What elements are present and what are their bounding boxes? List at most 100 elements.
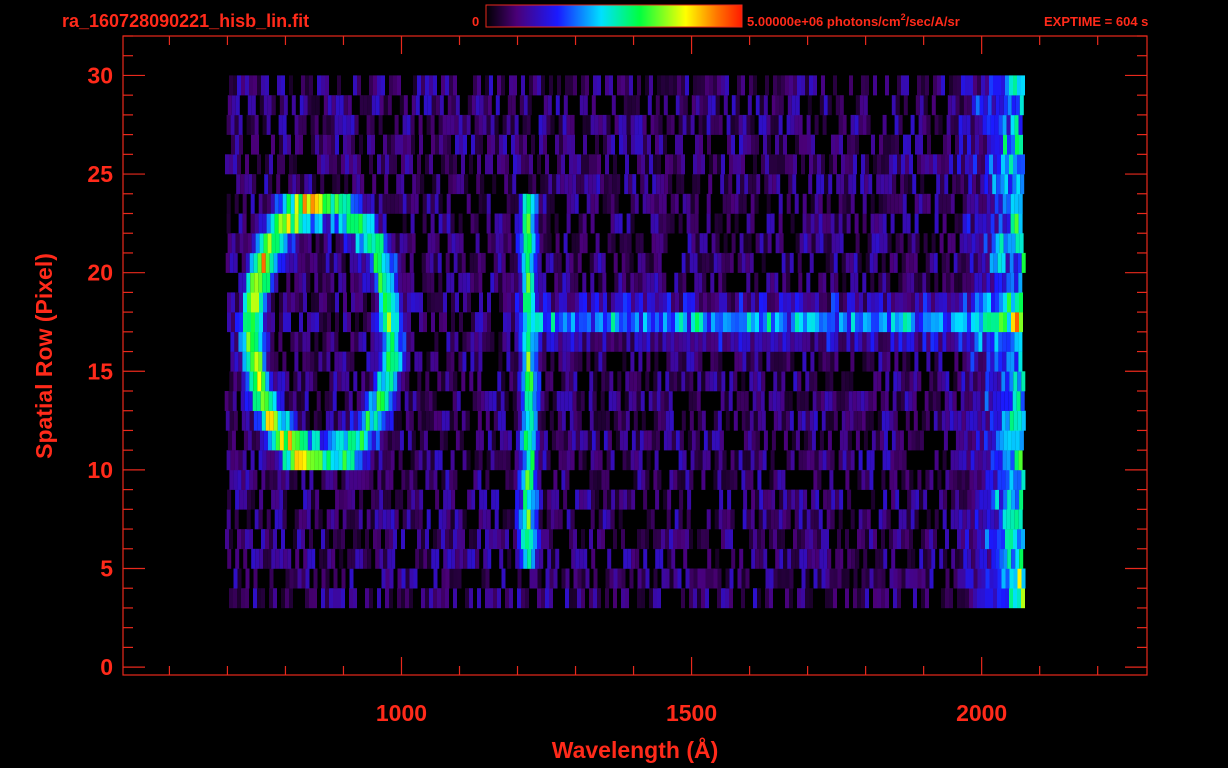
heatmap-cell (439, 134, 443, 155)
heatmap-cell (813, 410, 818, 431)
heatmap-cell (996, 391, 1001, 411)
heatmap-cell (605, 568, 610, 589)
heatmap-cell (902, 193, 907, 214)
heatmap-cell (509, 75, 513, 96)
heatmap-cell (955, 430, 960, 451)
heatmap-cell (526, 509, 531, 530)
heatmap-cell (657, 469, 662, 490)
heatmap-cell (533, 252, 538, 273)
heatmap-cell (512, 391, 517, 411)
heatmap-cell (507, 548, 512, 569)
heatmap-cell (593, 410, 598, 431)
heatmap-cell (522, 193, 527, 214)
heatmap-cell (957, 154, 961, 175)
heatmap-cell (497, 371, 502, 392)
heatmap-cell (925, 75, 929, 96)
heatmap-cell (589, 469, 594, 490)
heatmap-cell (306, 213, 311, 234)
heatmap-cell (970, 213, 975, 234)
heatmap-cell (284, 391, 289, 411)
heatmap-cell (513, 252, 518, 273)
heatmap-cell (973, 252, 978, 273)
heatmap-cell (347, 95, 352, 116)
heatmap-cell (665, 410, 670, 431)
heatmap-cell (242, 450, 247, 471)
heatmap-cell (343, 292, 347, 313)
heatmap-cell (639, 312, 643, 333)
heatmap-cell (566, 509, 571, 530)
heatmap-cell (323, 430, 328, 451)
heatmap-cell (337, 410, 342, 431)
heatmap-cell (344, 174, 349, 195)
heatmap-cell (449, 529, 453, 550)
heatmap-cell (248, 174, 253, 195)
heatmap-cell (960, 391, 965, 411)
heatmap-cell (411, 95, 416, 116)
heatmap-cell (479, 312, 483, 333)
heatmap-cell (617, 371, 622, 392)
heatmap-cell (363, 95, 368, 116)
heatmap-cell (415, 489, 420, 510)
heatmap-cell (653, 529, 657, 550)
heatmap-cell (1000, 391, 1005, 411)
heatmap-cell (290, 331, 295, 352)
heatmap-cell (965, 588, 969, 609)
heatmap-cell (293, 469, 298, 490)
heatmap-cell (617, 75, 621, 96)
heatmap-cell (855, 548, 860, 569)
heatmap-cell (803, 548, 808, 569)
heatmap-cell (362, 272, 367, 293)
heatmap-cell (914, 272, 919, 293)
heatmap-cell (238, 331, 243, 352)
heatmap-cell (433, 252, 438, 273)
heatmap-cell (998, 114, 1003, 135)
heatmap-cell (990, 193, 995, 214)
heatmap-cell (353, 529, 357, 550)
heatmap-cell (547, 548, 552, 569)
heatmap-cell (271, 489, 276, 510)
heatmap-cell (357, 252, 362, 273)
heatmap-cell (229, 588, 233, 609)
heatmap-cell (542, 213, 547, 234)
heatmap-cell (1010, 450, 1015, 471)
heatmap-cell (993, 75, 997, 96)
heatmap-cell (990, 114, 995, 135)
heatmap-cell (749, 75, 753, 96)
heatmap-cell (766, 213, 771, 234)
heatmap-cell (880, 174, 885, 195)
heatmap-cell (883, 489, 888, 510)
heatmap-cell (661, 410, 666, 431)
heatmap-cell (890, 193, 895, 214)
heatmap-cell (966, 351, 971, 372)
heatmap-cell (975, 312, 979, 333)
heatmap-cell (474, 272, 479, 293)
heatmap-cell (235, 312, 239, 333)
heatmap-cell (389, 469, 394, 490)
heatmap-cell (476, 174, 481, 195)
heatmap-cell (539, 548, 544, 569)
heatmap-cell (406, 114, 411, 135)
heatmap-cell (587, 292, 591, 313)
heatmap-cell (283, 312, 287, 333)
heatmap-cell (486, 450, 491, 471)
heatmap-cell (1001, 371, 1006, 392)
heatmap-cell (797, 252, 802, 273)
heatmap-cell (861, 154, 865, 175)
heatmap-cell (954, 450, 959, 471)
heatmap-cell (237, 154, 241, 175)
heatmap-cell (802, 450, 807, 471)
spectrum-image-chart: ra_160728090221_hisb_lin.fit 0 5.00000e+… (31, 4, 1148, 763)
heatmap-cell (314, 114, 319, 135)
heatmap-cell (474, 450, 479, 471)
heatmap-cell (566, 331, 571, 352)
heatmap-cell (793, 529, 797, 550)
heatmap-cell (931, 548, 936, 569)
heatmap-cell (730, 509, 735, 530)
heatmap-cell (957, 371, 962, 392)
heatmap-cell (585, 154, 589, 175)
heatmap-cell (706, 213, 711, 234)
heatmap-cell (283, 292, 287, 313)
heatmap-cell (607, 430, 612, 451)
heatmap-cell (979, 430, 984, 451)
heatmap-cell (514, 193, 519, 214)
